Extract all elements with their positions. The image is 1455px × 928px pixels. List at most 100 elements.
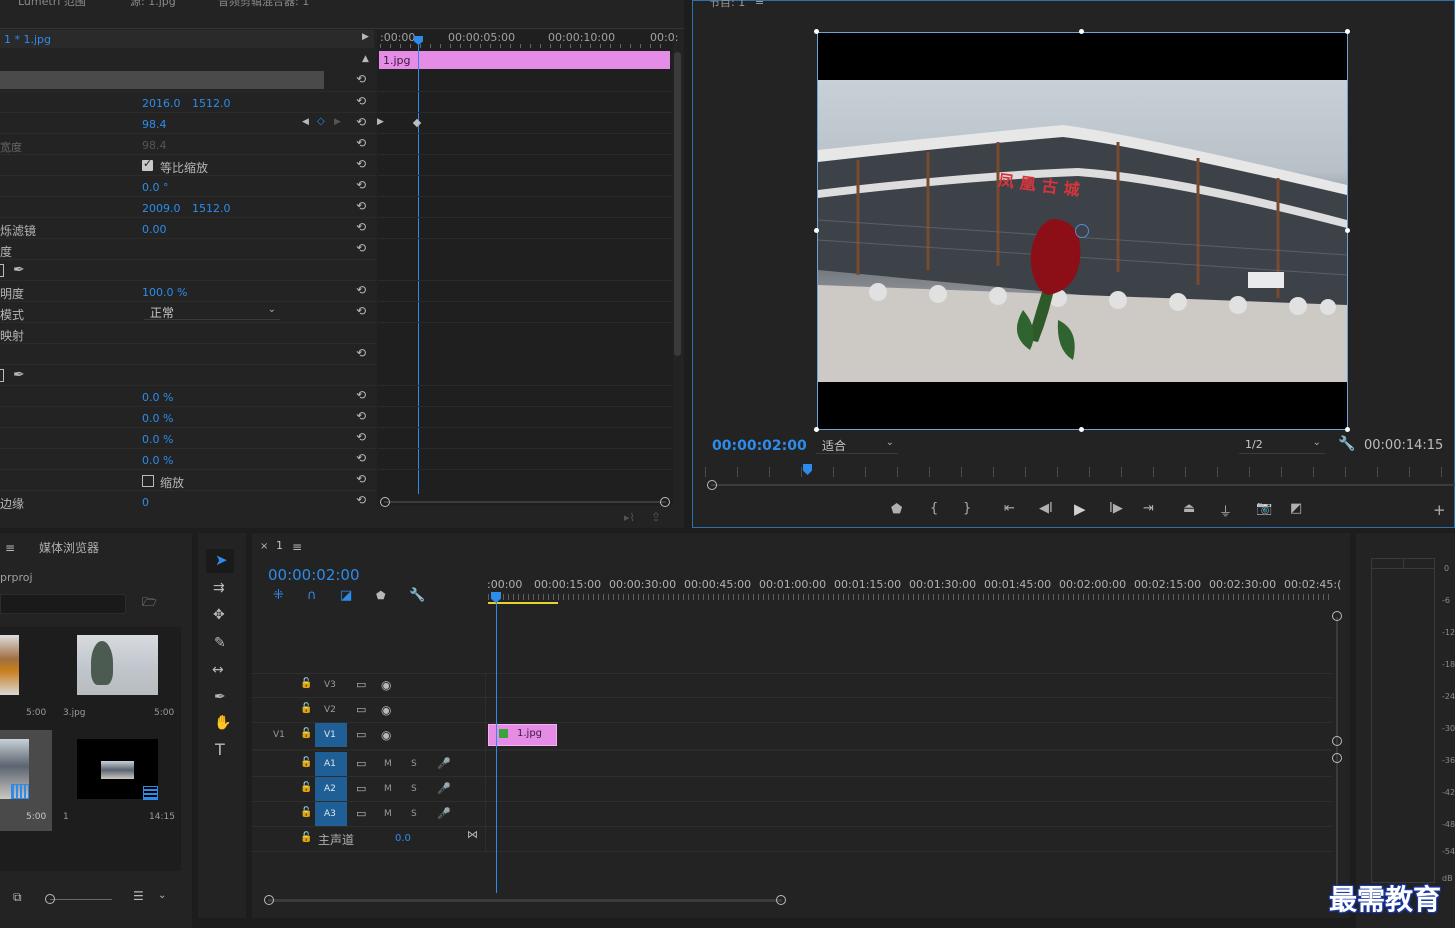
ec-vertical-scrollbar[interactable] [674,52,681,356]
reset-icon[interactable]: ⟲ [356,431,366,443]
reset-icon[interactable]: ⟲ [356,473,366,485]
pen-icon-2[interactable]: ✒ [13,368,25,382]
opacity-value[interactable]: 100.0 % [142,286,187,299]
slip-icon[interactable]: ↔ [212,663,224,677]
tab-lumetri-scopes[interactable]: Lumetri 范围 [18,0,86,9]
transform-handle[interactable] [1079,29,1084,34]
transform-handle[interactable] [814,228,819,233]
add-marker-icon[interactable]: ⬟ [376,590,386,601]
reset-icon[interactable]: ⟲ [356,200,366,212]
transform-handle[interactable] [1345,427,1350,432]
add-button-icon[interactable]: + [1433,501,1446,519]
video-frame[interactable]: 凤凰古城 [817,32,1348,430]
reset-icon[interactable]: ⟲ [356,137,366,149]
source-patch-v1[interactable]: V1 [273,730,285,740]
mask-square-icon-2[interactable] [0,369,4,382]
crop-right-value[interactable]: 0.0 % [142,433,173,446]
nest-icon[interactable]: ⁜ [273,589,284,602]
go-to-edit-icon[interactable]: ⋈ [467,829,478,840]
anchor-point-icon[interactable] [1075,224,1089,238]
sequence-tab[interactable]: 1 [276,539,283,552]
ec-clip-bar[interactable]: 1.jpg [379,51,670,69]
lock-icon[interactable]: 🔓 [300,808,312,818]
reset-icon[interactable]: ⟲ [356,410,366,422]
search-input[interactable] [0,594,126,614]
reset-icon[interactable]: ⟲ [356,305,366,317]
lock-icon[interactable]: 🔓 [300,783,312,793]
close-icon[interactable]: × [260,542,268,552]
clip-name[interactable]: 1 * 1.jpg [4,33,51,46]
hamburger-icon[interactable]: ≡ [292,541,302,553]
scroll-handle[interactable] [1332,753,1342,763]
eye-icon[interactable]: ◉ [381,729,391,741]
filter-icon[interactable]: ▸⌇ [624,512,635,523]
tab-source[interactable]: 源: 1.jpg [130,0,176,9]
microphone-icon[interactable]: 🎤 [437,758,451,769]
zoom-slider-thumb[interactable] [45,894,55,904]
item-name[interactable]: 3.jpg [63,708,86,718]
scroll-handle-right[interactable] [776,895,786,905]
zoom-slider-track[interactable] [50,899,112,900]
eye-icon[interactable]: ◉ [381,704,391,716]
reset-icon[interactable]: ⟲ [356,242,366,254]
new-bin-icon[interactable]: 🗁 [142,596,157,608]
program-scrollbar[interactable] [711,484,1455,486]
scale-value[interactable]: 98.4 [142,118,167,131]
chevron-right-icon[interactable]: ▶ [362,33,369,42]
tab-audio-clip-mixer[interactable]: 音频剪辑混合器: 1 [218,0,309,9]
transform-handle[interactable] [1079,427,1084,432]
eye-icon[interactable]: ◉ [381,679,391,691]
linked-selection-icon[interactable]: ◪ [340,589,352,602]
selection-tool-icon[interactable]: ➤ [215,553,228,568]
sync-lock-icon[interactable]: ▭ [356,758,366,769]
program-ruler[interactable] [705,467,1455,477]
timeline-horizontal-scrollbar[interactable] [268,899,782,902]
add-keyframe-icon[interactable]: ◇ [317,117,325,127]
add-marker-icon[interactable]: ⬟ [891,502,902,517]
snap-icon[interactable]: ∩ [307,589,317,602]
anti-flicker-value[interactable]: 0.00 [142,223,167,236]
transform-handle[interactable] [1345,228,1350,233]
play-icon[interactable]: ▶ [1074,500,1086,518]
go-to-out-icon[interactable]: ⇥ [1143,501,1154,516]
crop-left-value[interactable]: 0.0 % [142,391,173,404]
lock-icon[interactable]: 🔓 [300,833,312,843]
mark-out-icon[interactable]: } [963,501,971,516]
sync-lock-icon[interactable]: ▭ [356,808,366,819]
reset-icon[interactable]: ⟲ [356,158,366,170]
microphone-icon[interactable]: 🎤 [437,808,451,819]
wrench-icon[interactable]: 🔧 [409,589,425,602]
reset-icon[interactable]: ⟲ [356,179,366,191]
track-select-icon[interactable]: ⇉ [213,581,225,595]
hand-tool-icon[interactable]: ✋ [214,716,231,730]
step-forward-icon[interactable]: I▶ [1109,501,1123,516]
hamburger-icon[interactable]: ≡ [755,0,764,8]
thumbnail[interactable] [0,635,19,695]
extract-icon[interactable]: ⏚ [1219,501,1232,520]
comparison-view-icon[interactable]: ◩ [1290,501,1302,516]
solo-button[interactable]: S [411,809,417,819]
solo-button[interactable]: S [411,759,417,769]
reset-icon[interactable]: ⟲ [356,347,366,359]
reset-icon[interactable]: ⟲ [356,221,366,233]
transform-handle[interactable] [1345,29,1350,34]
scroll-handle-left[interactable] [380,497,390,507]
reset-icon[interactable]: ⟲ [356,284,366,296]
mute-button[interactable]: M [384,809,392,819]
scroll-handle-left[interactable] [707,480,717,490]
reset-icon[interactable]: ⟲ [356,452,366,464]
mask-square-icon[interactable] [0,264,4,277]
lift-icon[interactable]: ⏏ [1183,501,1195,516]
freeform-view-icon[interactable]: ⧉ [13,891,22,903]
lock-icon[interactable]: 🔓 [300,729,312,739]
work-area-bar[interactable] [488,602,558,604]
step-back-icon[interactable]: ◀I [1039,501,1053,516]
program-timecode[interactable]: 00:00:02:00 [712,438,807,454]
chevron-down-icon[interactable]: ⌄ [158,891,166,901]
master-volume-value[interactable]: 0.0 [395,833,411,844]
reset-icon[interactable]: ⟲ [356,389,366,401]
mark-in-icon[interactable]: { [930,501,938,516]
uniform-scale-checkbox[interactable]: ✓ [142,157,153,171]
go-to-in-icon[interactable]: ⇤ [1004,501,1015,516]
scroll-handle[interactable] [1332,736,1342,746]
